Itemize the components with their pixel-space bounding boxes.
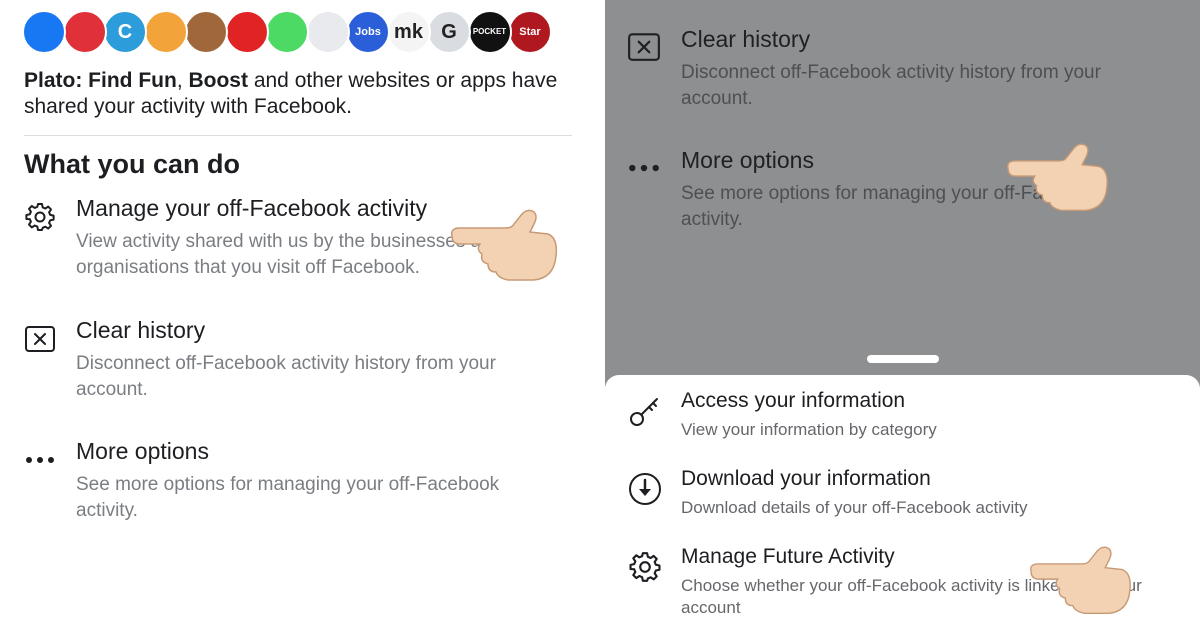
c-app-icon: C <box>103 10 147 54</box>
app-icon-label: Jobs <box>355 25 381 38</box>
sheet-item-title: Access your information <box>681 389 906 412</box>
red-brand-app-icon: Star <box>508 10 552 54</box>
app-icon-label: C <box>117 21 133 43</box>
app-icon-label: mk <box>394 21 423 43</box>
clear-x-icon <box>24 323 56 355</box>
bottom-sheet: Access your information View your inform… <box>605 375 1200 630</box>
left-screen: C Jobs mk G POCKET Star Plato: Find Fun, Boos… <box>0 0 600 630</box>
gear-icon <box>627 549 663 585</box>
sheet-drag-handle[interactable] <box>867 355 939 363</box>
more-dots-icon <box>627 151 661 185</box>
classics-app-icon: G <box>427 10 471 54</box>
plato-app-icon <box>22 10 66 54</box>
divider <box>24 135 572 136</box>
option-description: See more options for managing your off-F… <box>76 474 500 521</box>
logo-app-icon <box>305 10 350 54</box>
clear-x-icon <box>627 30 661 64</box>
clear-history-option[interactable]: Clear history Disconnect off-Facebook ac… <box>24 317 564 417</box>
sheet-item-title: Download your information <box>681 467 931 490</box>
more-dots-icon <box>24 444 56 476</box>
download-icon <box>627 471 663 507</box>
shared-activity-text: Plato: Find Fun, Boost and other website… <box>24 68 564 120</box>
more-options-option[interactable]: More options See more options for managi… <box>24 438 564 538</box>
mk-app-icon: mk <box>386 10 431 54</box>
app-name-boost: Boost <box>188 69 248 92</box>
option-title: Clear history <box>681 26 811 52</box>
bird-app-icon <box>143 10 188 54</box>
right-screen: Clear history Disconnect off-Facebook ac… <box>605 0 1200 630</box>
download-your-information-item[interactable]: Download your information Download detai… <box>627 467 1187 529</box>
gear-icon <box>24 201 56 233</box>
separator-text: , <box>176 69 189 92</box>
app-icon-label: G <box>441 21 457 43</box>
app-icon-label: POCKET <box>472 27 507 36</box>
option-description: Disconnect off-Facebook activity history… <box>681 62 1101 109</box>
jobs-app-icon: Jobs <box>346 10 390 54</box>
person-app-icon <box>184 10 228 54</box>
option-title: Manage your off-Facebook activity <box>76 195 428 221</box>
green-app-icon <box>265 10 309 54</box>
sheet-item-title: Manage Future Activity <box>681 545 895 568</box>
option-title: Clear history <box>76 317 206 343</box>
pointing-hand-icon <box>450 209 558 281</box>
option-title: More options <box>76 438 209 464</box>
option-description: Disconnect off-Facebook activity history… <box>76 353 496 400</box>
pointing-hand-icon <box>1007 143 1108 212</box>
heart-app-icon <box>62 10 107 54</box>
section-title: What you can do <box>24 149 240 179</box>
pocket-app-icon: POCKET <box>467 10 512 54</box>
key-icon <box>627 393 663 429</box>
sheet-item-description: Download details of your off-Facebook ac… <box>681 498 1028 517</box>
app-icon-label: Star <box>519 25 541 38</box>
sheet-item-description: View your information by category <box>681 420 937 439</box>
access-your-information-item[interactable]: Access your information View your inform… <box>627 389 1187 451</box>
app-name-plato: Plato: Find Fun <box>24 69 177 92</box>
clear-history-option[interactable]: Clear history Disconnect off-Facebook ac… <box>627 26 1167 121</box>
pointing-hand-icon <box>1030 546 1131 615</box>
option-title: More options <box>681 147 814 173</box>
red-character-app-icon <box>224 10 269 54</box>
